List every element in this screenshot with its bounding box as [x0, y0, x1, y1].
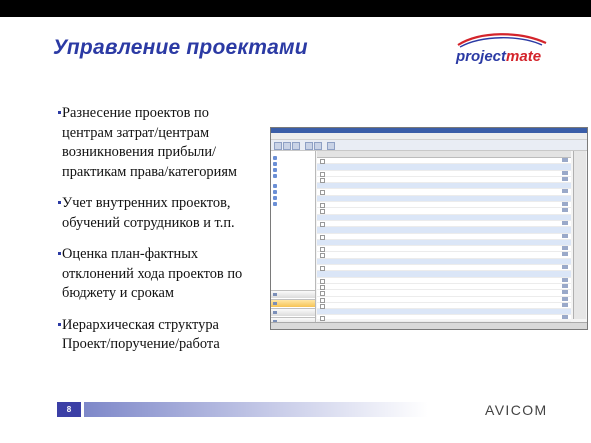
toolbar-icon — [327, 142, 335, 150]
bullet-text: Разнесение проектов по центрам затрат/це… — [62, 105, 238, 180]
task-grid — [317, 151, 571, 322]
row-icon — [562, 158, 568, 162]
bullet-marker — [58, 322, 61, 326]
row-icon — [562, 233, 568, 238]
row-checkbox — [320, 278, 325, 284]
nav-icon — [273, 311, 277, 314]
folder-icon — [273, 174, 277, 178]
bullet-item: Оценка план-фактных отклонений хода прое… — [58, 245, 262, 304]
nav-button — [271, 308, 315, 316]
tree-node — [271, 201, 315, 207]
toolbar-icon — [292, 142, 300, 150]
row-icon — [562, 315, 568, 320]
app-menubar — [271, 133, 587, 140]
nav-icon — [273, 302, 277, 305]
nav-icon — [273, 293, 277, 296]
row-icon — [562, 290, 568, 295]
bullet-text: Иерархическая структура Проект/поручение… — [62, 316, 220, 353]
row-checkbox — [320, 284, 325, 290]
avicom-logo: AVICOM — [485, 402, 548, 418]
page-number: 8 — [57, 402, 81, 417]
folder-icon — [273, 196, 277, 200]
row-checkbox — [320, 203, 325, 209]
logo-text-main: project — [456, 48, 507, 65]
row-checkbox — [320, 253, 325, 259]
row-checkbox — [320, 297, 325, 303]
bullet-list: Разнесение проектов по центрам затрат/це… — [58, 104, 262, 367]
bullet-item: Учет внутренних проектов, обучений сотру… — [58, 194, 262, 233]
row-icon — [562, 202, 568, 207]
row-icon — [562, 283, 568, 288]
nav-icon — [273, 329, 277, 330]
row-checkbox — [320, 190, 325, 196]
app-toolbar — [271, 140, 587, 151]
footer-gradient-bar — [84, 402, 428, 417]
folder-icon — [273, 202, 277, 206]
tree-node — [271, 173, 315, 179]
row-checkbox — [320, 316, 325, 322]
toolbar-icon — [305, 142, 313, 150]
row-icon — [562, 296, 568, 301]
row-checkbox — [320, 177, 325, 183]
row-icon — [562, 220, 568, 225]
row-icon — [562, 265, 568, 270]
bullet-marker — [58, 252, 61, 255]
app-statusbar — [271, 322, 587, 329]
bullet-text: Оценка план-фактных отклонений хода прое… — [62, 246, 243, 301]
toolbar-icon — [274, 142, 282, 150]
toolbar-icon — [314, 142, 322, 150]
app-screenshot — [270, 127, 588, 330]
folder-icon — [273, 184, 277, 188]
row-icon — [562, 208, 568, 213]
slide-title: Управление проектами — [53, 36, 308, 59]
folder-icon — [273, 190, 277, 194]
bullet-marker — [58, 201, 61, 204]
row-checkbox — [320, 234, 325, 240]
row-checkbox — [320, 291, 325, 297]
row-checkbox — [320, 266, 325, 272]
row-icon — [562, 277, 568, 282]
nav-button-active — [271, 299, 315, 307]
toolbar-icon — [283, 142, 291, 150]
logo-text-accent: mate — [506, 48, 542, 65]
row-icon — [562, 170, 568, 175]
row-checkbox — [320, 221, 325, 227]
row-icon — [562, 176, 568, 181]
row-checkbox — [320, 171, 325, 177]
row-icon — [562, 252, 568, 257]
folder-icon — [273, 156, 277, 160]
bullet-item: Иерархическая структура Проект/поручение… — [58, 316, 262, 355]
top-black-bar — [0, 0, 591, 17]
bullet-text: Учет внутренних проектов, обучений сотру… — [62, 195, 235, 231]
row-checkbox — [320, 247, 325, 253]
row-icon — [562, 189, 568, 194]
grid-header — [317, 151, 571, 158]
row-icon — [562, 246, 568, 251]
vertical-side-tab — [573, 151, 586, 319]
grid-row — [317, 315, 571, 322]
row-checkbox — [320, 209, 325, 215]
folder-icon — [273, 168, 277, 172]
row-icon — [562, 302, 568, 307]
row-checkbox — [320, 303, 325, 309]
bullet-item: Разнесение проектов по центрам затрат/це… — [58, 104, 262, 182]
app-sidebar — [271, 151, 316, 330]
folder-icon — [273, 162, 277, 166]
bullet-marker — [58, 111, 61, 114]
logo-wordmark: projectmate — [456, 48, 541, 65]
nav-button — [271, 290, 315, 298]
row-checkbox — [320, 159, 325, 164]
